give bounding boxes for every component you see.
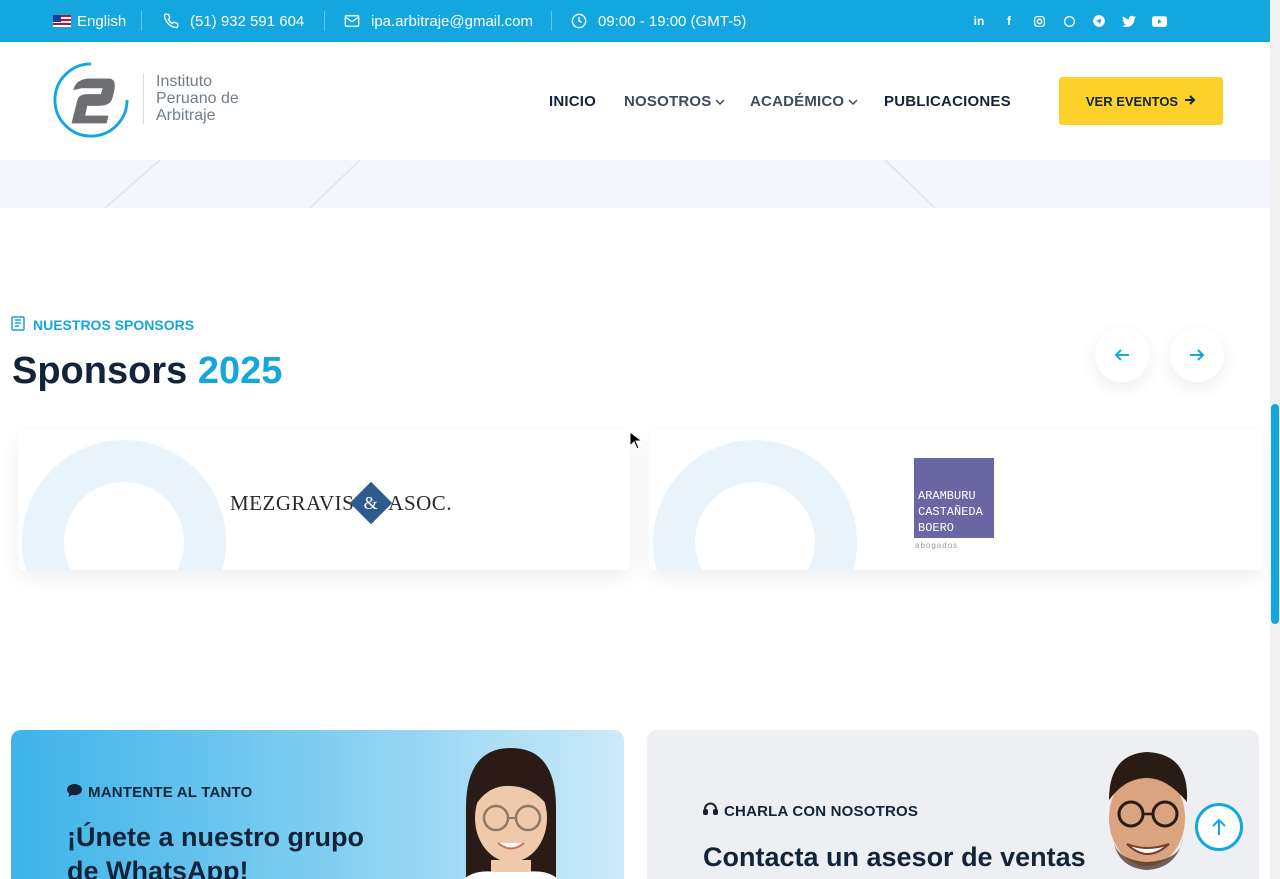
whatsapp-promo-card[interactable]: MANTENTE AL TANTO ¡Únete a nuestro grupo… [11, 730, 624, 879]
social-links: in f [970, 0, 1168, 42]
decorative-band [0, 160, 1270, 208]
chat-bubble-icon [67, 784, 82, 801]
site-header: Instituto Peruano de Arbitraje INICIO NO… [0, 42, 1270, 160]
whatsapp-icon[interactable] [1060, 12, 1078, 30]
divider [141, 11, 142, 31]
mezgravis-logo: MEZGRAVIS & ASOC. [230, 481, 453, 525]
logo-wordmark[interactable]: Instituto Peruano de Arbitraje [143, 73, 239, 124]
business-hours: 09:00 - 19:00 (GMT-5) [570, 0, 746, 42]
nav-publicaciones-label: PUBLICACIONES [884, 92, 1011, 110]
cta-label: VER EVENTOS [1085, 93, 1179, 109]
sponsor-card-mezgravis[interactable]: MEZGRAVIS & ASOC. [18, 430, 630, 570]
nav-nosotros-label: NOSOTROS [624, 92, 712, 110]
scrollbar-thumb[interactable] [1271, 404, 1279, 624]
nav-inicio-label: INICIO [549, 92, 597, 110]
telegram-icon[interactable] [1090, 12, 1108, 30]
aramburu-subtitle: abogados [915, 541, 959, 550]
sponsors-eyebrow-text: NUESTROS SPONSORS [33, 317, 195, 333]
phone-link[interactable]: (51) 932 591 604 [162, 0, 304, 42]
arrow-right-icon [1190, 349, 1205, 361]
divider [324, 11, 325, 31]
ampersand-mark: & [350, 481, 393, 525]
aramburu-line-1: ARAMBURU [918, 489, 976, 503]
carousel-next-button[interactable] [1170, 328, 1224, 382]
instagram-icon[interactable] [1030, 12, 1048, 30]
us-flag-icon [53, 15, 71, 27]
hours-text: 09:00 - 19:00 (GMT-5) [598, 12, 747, 30]
language-switch[interactable]: English [53, 0, 126, 42]
logo-line-1: Instituto [156, 73, 213, 90]
envelope-icon [343, 12, 361, 30]
page-scrollbar[interactable] [1270, 0, 1280, 879]
top-bar: English (51) 932 591 604 ipa.arbitraje@g… [0, 0, 1270, 42]
aramburu-line-3: BOERO [918, 521, 955, 535]
ver-eventos-button[interactable]: VER EVENTOS [1059, 77, 1223, 125]
linkedin-icon[interactable]: in [970, 12, 988, 30]
contact-title: Contacta un asesor de ventas [703, 842, 1086, 872]
sponsors-eyebrow: NUESTROS SPONSORS [11, 316, 194, 334]
sponsors-title-year: 2025 [197, 350, 283, 392]
nav-inicio[interactable]: INICIO [549, 42, 596, 160]
whatsapp-eyebrow: MANTENTE AL TANTO [67, 784, 253, 801]
asoc-name: ASOC. [388, 490, 453, 515]
mezgravis-name: MEZGRAVIS [230, 490, 355, 515]
nav-nosotros[interactable]: NOSOTROS [624, 42, 725, 160]
card-decor-ring [653, 440, 857, 570]
aramburu-line-2: CASTAÑEDA [918, 505, 983, 519]
carousel-prev-button[interactable] [1095, 328, 1149, 382]
youtube-icon[interactable] [1150, 12, 1168, 30]
contact-promo-card[interactable]: CHARLA CON NOSOTROS Contacta un asesor d… [647, 730, 1259, 879]
whatsapp-title-line-1: ¡Únete a nuestro grupo [67, 822, 365, 852]
whatsapp-eyebrow-text: MANTENTE AL TANTO [88, 784, 253, 801]
phone-icon [162, 12, 180, 30]
scroll-to-top-button[interactable] [1195, 803, 1243, 851]
chevron-down-icon [848, 93, 858, 110]
woman-photo [464, 748, 558, 879]
divider [551, 11, 552, 31]
nav-publicaciones[interactable]: PUBLICACIONES [884, 42, 1011, 160]
man-photo [1109, 752, 1188, 870]
card-decor-ring [22, 440, 226, 570]
book-icon [11, 316, 25, 334]
sponsors-title: Sponsors 2025 [12, 350, 282, 393]
nav-academico-label: ACADÉMICO [750, 92, 845, 110]
contact-eyebrow: CHARLA CON NOSOTROS [703, 802, 918, 821]
arrow-up-icon [1212, 818, 1226, 835]
twitter-icon[interactable] [1120, 12, 1138, 30]
language-label: English [77, 12, 127, 30]
headset-icon [703, 802, 718, 821]
chevron-down-icon [715, 93, 725, 110]
band-pattern [104, 160, 936, 208]
whatsapp-title-line-2: de WhatsApp! [67, 856, 249, 879]
nav-academico[interactable]: ACADÉMICO [750, 42, 858, 160]
aramburu-logo: ARAMBURU CASTAÑEDA BOERO [914, 458, 994, 538]
ipa-logo-icon[interactable] [52, 61, 130, 139]
clock-icon [570, 12, 588, 30]
mouse-cursor-icon [629, 431, 644, 450]
phone-number: (51) 932 591 604 [190, 12, 305, 30]
sponsor-card-aramburu[interactable]: ARAMBURU CASTAÑEDA BOERO abogados [649, 430, 1263, 570]
email-address: ipa.arbitraje@gmail.com [371, 12, 533, 30]
arrow-right-icon [1184, 94, 1196, 109]
arrow-left-icon [1114, 349, 1129, 361]
logo-line-2: Peruano de [156, 90, 239, 107]
whatsapp-title: ¡Únete a nuestro grupo de WhatsApp! [67, 820, 364, 879]
ampersand-text: & [364, 492, 379, 513]
contact-eyebrow-text: CHARLA CON NOSOTROS [724, 803, 919, 820]
logo-line-3: Arbitraje [156, 107, 216, 124]
facebook-icon[interactable]: f [1000, 12, 1018, 30]
sponsors-title-text: Sponsors [12, 350, 188, 392]
email-link[interactable]: ipa.arbitraje@gmail.com [343, 0, 533, 42]
